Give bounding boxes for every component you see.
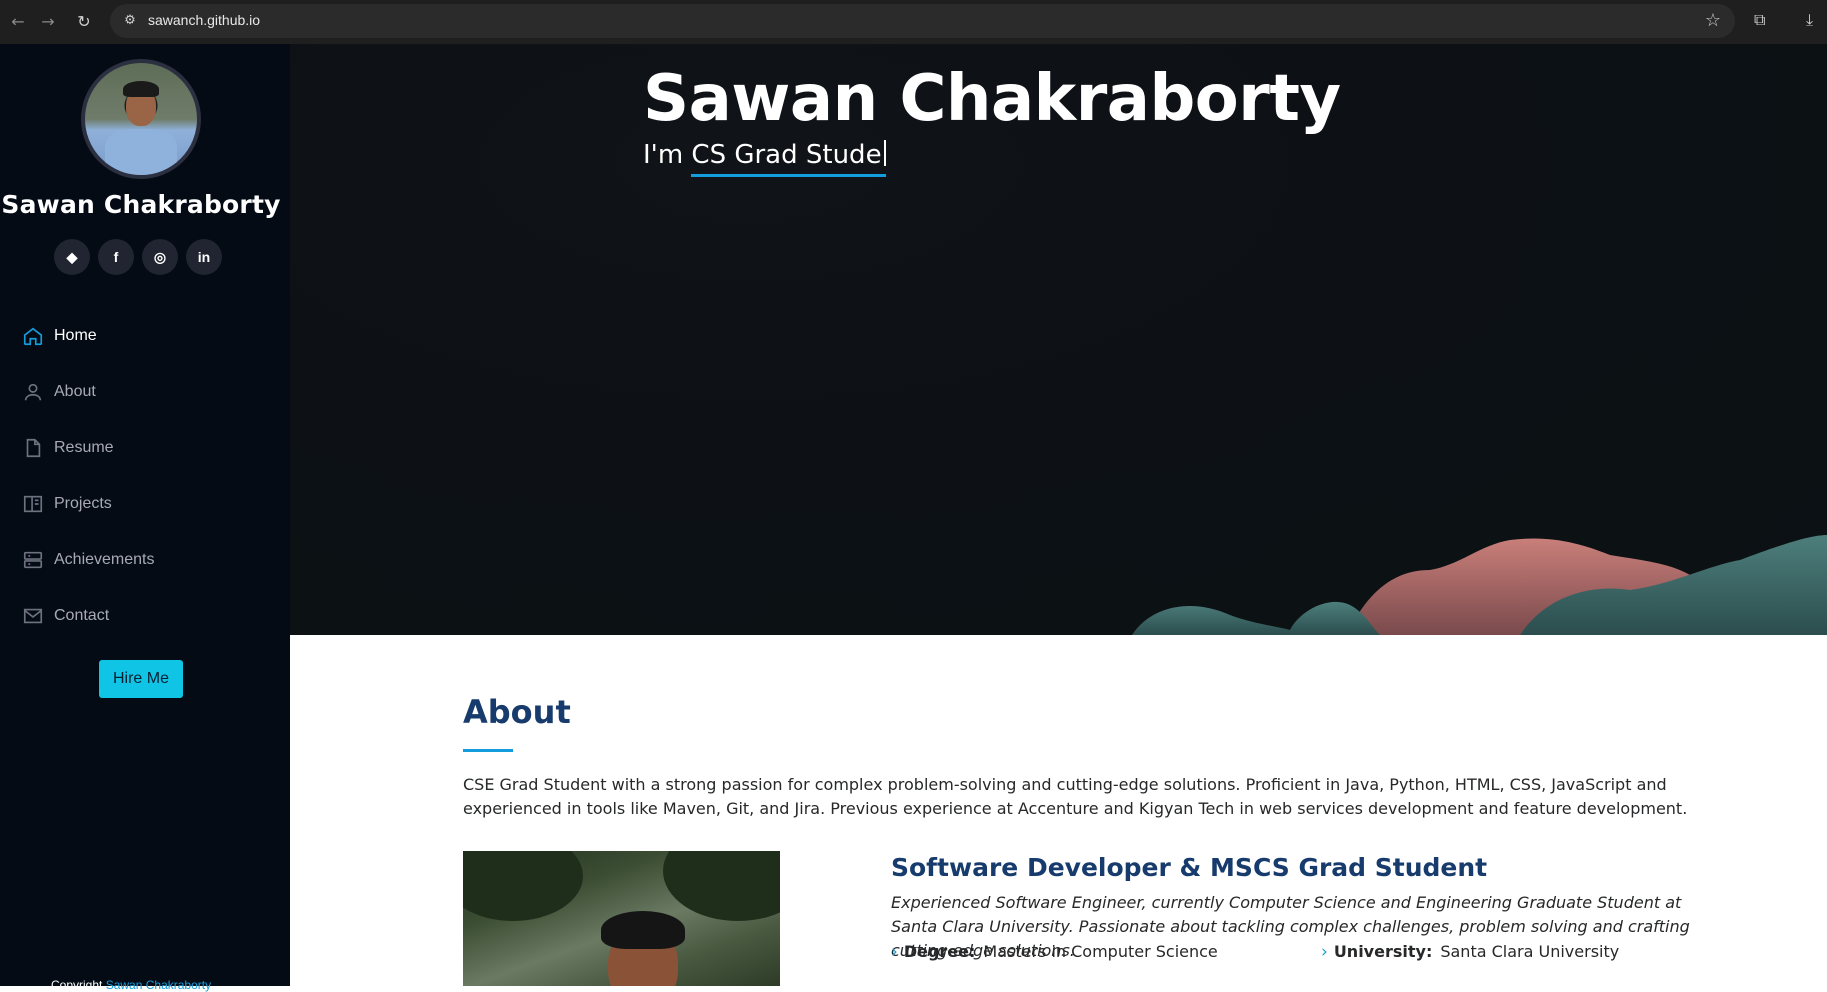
nav-label-contact: Contact — [54, 607, 110, 624]
typing-cursor — [883, 140, 886, 166]
reload-icon[interactable]: ↻ — [72, 10, 96, 34]
fact-label: Degree: — [903, 942, 976, 961]
server-icon — [23, 551, 43, 569]
fact-value: Santa Clara University — [1440, 942, 1620, 961]
nav-label-resume: Resume — [54, 439, 114, 456]
fact-value: Masters in Computer Science — [983, 942, 1218, 961]
nav-item-contact[interactable]: Contact — [22, 588, 262, 644]
person-icon — [24, 383, 42, 401]
hero-title: Sawan Chakraborty — [643, 62, 1341, 136]
instagram-icon[interactable]: ◎ — [142, 239, 178, 275]
nav-label-achievements: Achievements — [54, 551, 155, 568]
profile-name: Sawan Chakraborty — [1, 190, 281, 219]
back-arrow-icon[interactable]: ← — [6, 10, 30, 34]
nav-item-projects[interactable]: Projects — [22, 476, 262, 532]
title-underline — [463, 749, 513, 752]
file-icon — [26, 438, 41, 458]
bookmark-star-icon[interactable]: ☆ — [1705, 10, 1721, 31]
hero-subtitle: I'm CS Grad Stude — [643, 140, 886, 177]
about-title: About — [463, 693, 571, 731]
fact-label: University: — [1333, 942, 1433, 961]
site-settings-icon[interactable]: ⚙ — [120, 11, 140, 31]
typed-text: CS Grad Stude — [691, 140, 886, 177]
role-title: Software Developer & MSCS Grad Student — [891, 853, 1488, 882]
hero-prefix: I'm — [643, 140, 684, 170]
book-icon — [23, 495, 43, 513]
copyright-link[interactable]: Sawan Chakraborty — [106, 978, 211, 992]
linkedin-icon[interactable]: in — [186, 239, 222, 275]
copyright: Copyright Sawan Chakraborty — [51, 978, 211, 992]
nav-label-projects: Projects — [54, 495, 112, 512]
about-description: CSE Grad Student with a strong passion f… — [463, 775, 1688, 818]
hero-section: Sawan Chakraborty I'm CS Grad Stude — [290, 44, 1827, 635]
nav-label-about: About — [54, 383, 96, 400]
git-icon[interactable]: ◆ — [54, 239, 90, 275]
about-section: About CSE Grad Student with a strong pas… — [290, 635, 1827, 986]
download-icon[interactable]: ⤓ — [1806, 10, 1813, 30]
fact-university: › University: Santa Clara University — [1321, 942, 1619, 962]
forward-arrow-icon[interactable]: → — [36, 10, 60, 34]
url-text[interactable]: sawanch.github.io — [148, 12, 260, 28]
envelope-icon — [23, 608, 43, 624]
typed-value: CS Grad Stude — [691, 140, 882, 170]
extensions-icon[interactable]: ⧉ — [1754, 10, 1765, 30]
hero-wave-decoration — [1132, 535, 1827, 635]
profile-photo — [463, 851, 780, 986]
nav-item-achievements[interactable]: Achievements — [22, 532, 262, 588]
nav-item-about[interactable]: About — [22, 364, 262, 420]
chevron-right-icon: › — [891, 942, 898, 962]
facebook-icon[interactable]: f — [98, 239, 134, 275]
chevron-right-icon: › — [1321, 942, 1328, 962]
nav-menu: Home About Resume Projects Achievements … — [22, 308, 262, 644]
nav-item-resume[interactable]: Resume — [22, 420, 262, 476]
hire-me-button[interactable]: Hire Me — [99, 660, 183, 698]
copyright-prefix: Copyright — [51, 978, 103, 992]
home-icon — [23, 327, 43, 346]
nav-label-home: Home — [54, 327, 97, 344]
fact-degree: › Degree: Masters in Computer Science — [891, 942, 1218, 962]
social-links: ◆ f ◎ in — [54, 239, 222, 275]
address-bar[interactable]: ⚙ sawanch.github.io ☆ — [110, 4, 1735, 38]
sidebar: Sawan Chakraborty ◆ f ◎ in Home About Re… — [0, 44, 290, 992]
nav-item-home[interactable]: Home — [22, 308, 262, 364]
browser-toolbar: ← → ↻ ⚙ sawanch.github.io ☆ ⧉ ⤓ — [0, 0, 1827, 44]
avatar — [81, 59, 201, 179]
